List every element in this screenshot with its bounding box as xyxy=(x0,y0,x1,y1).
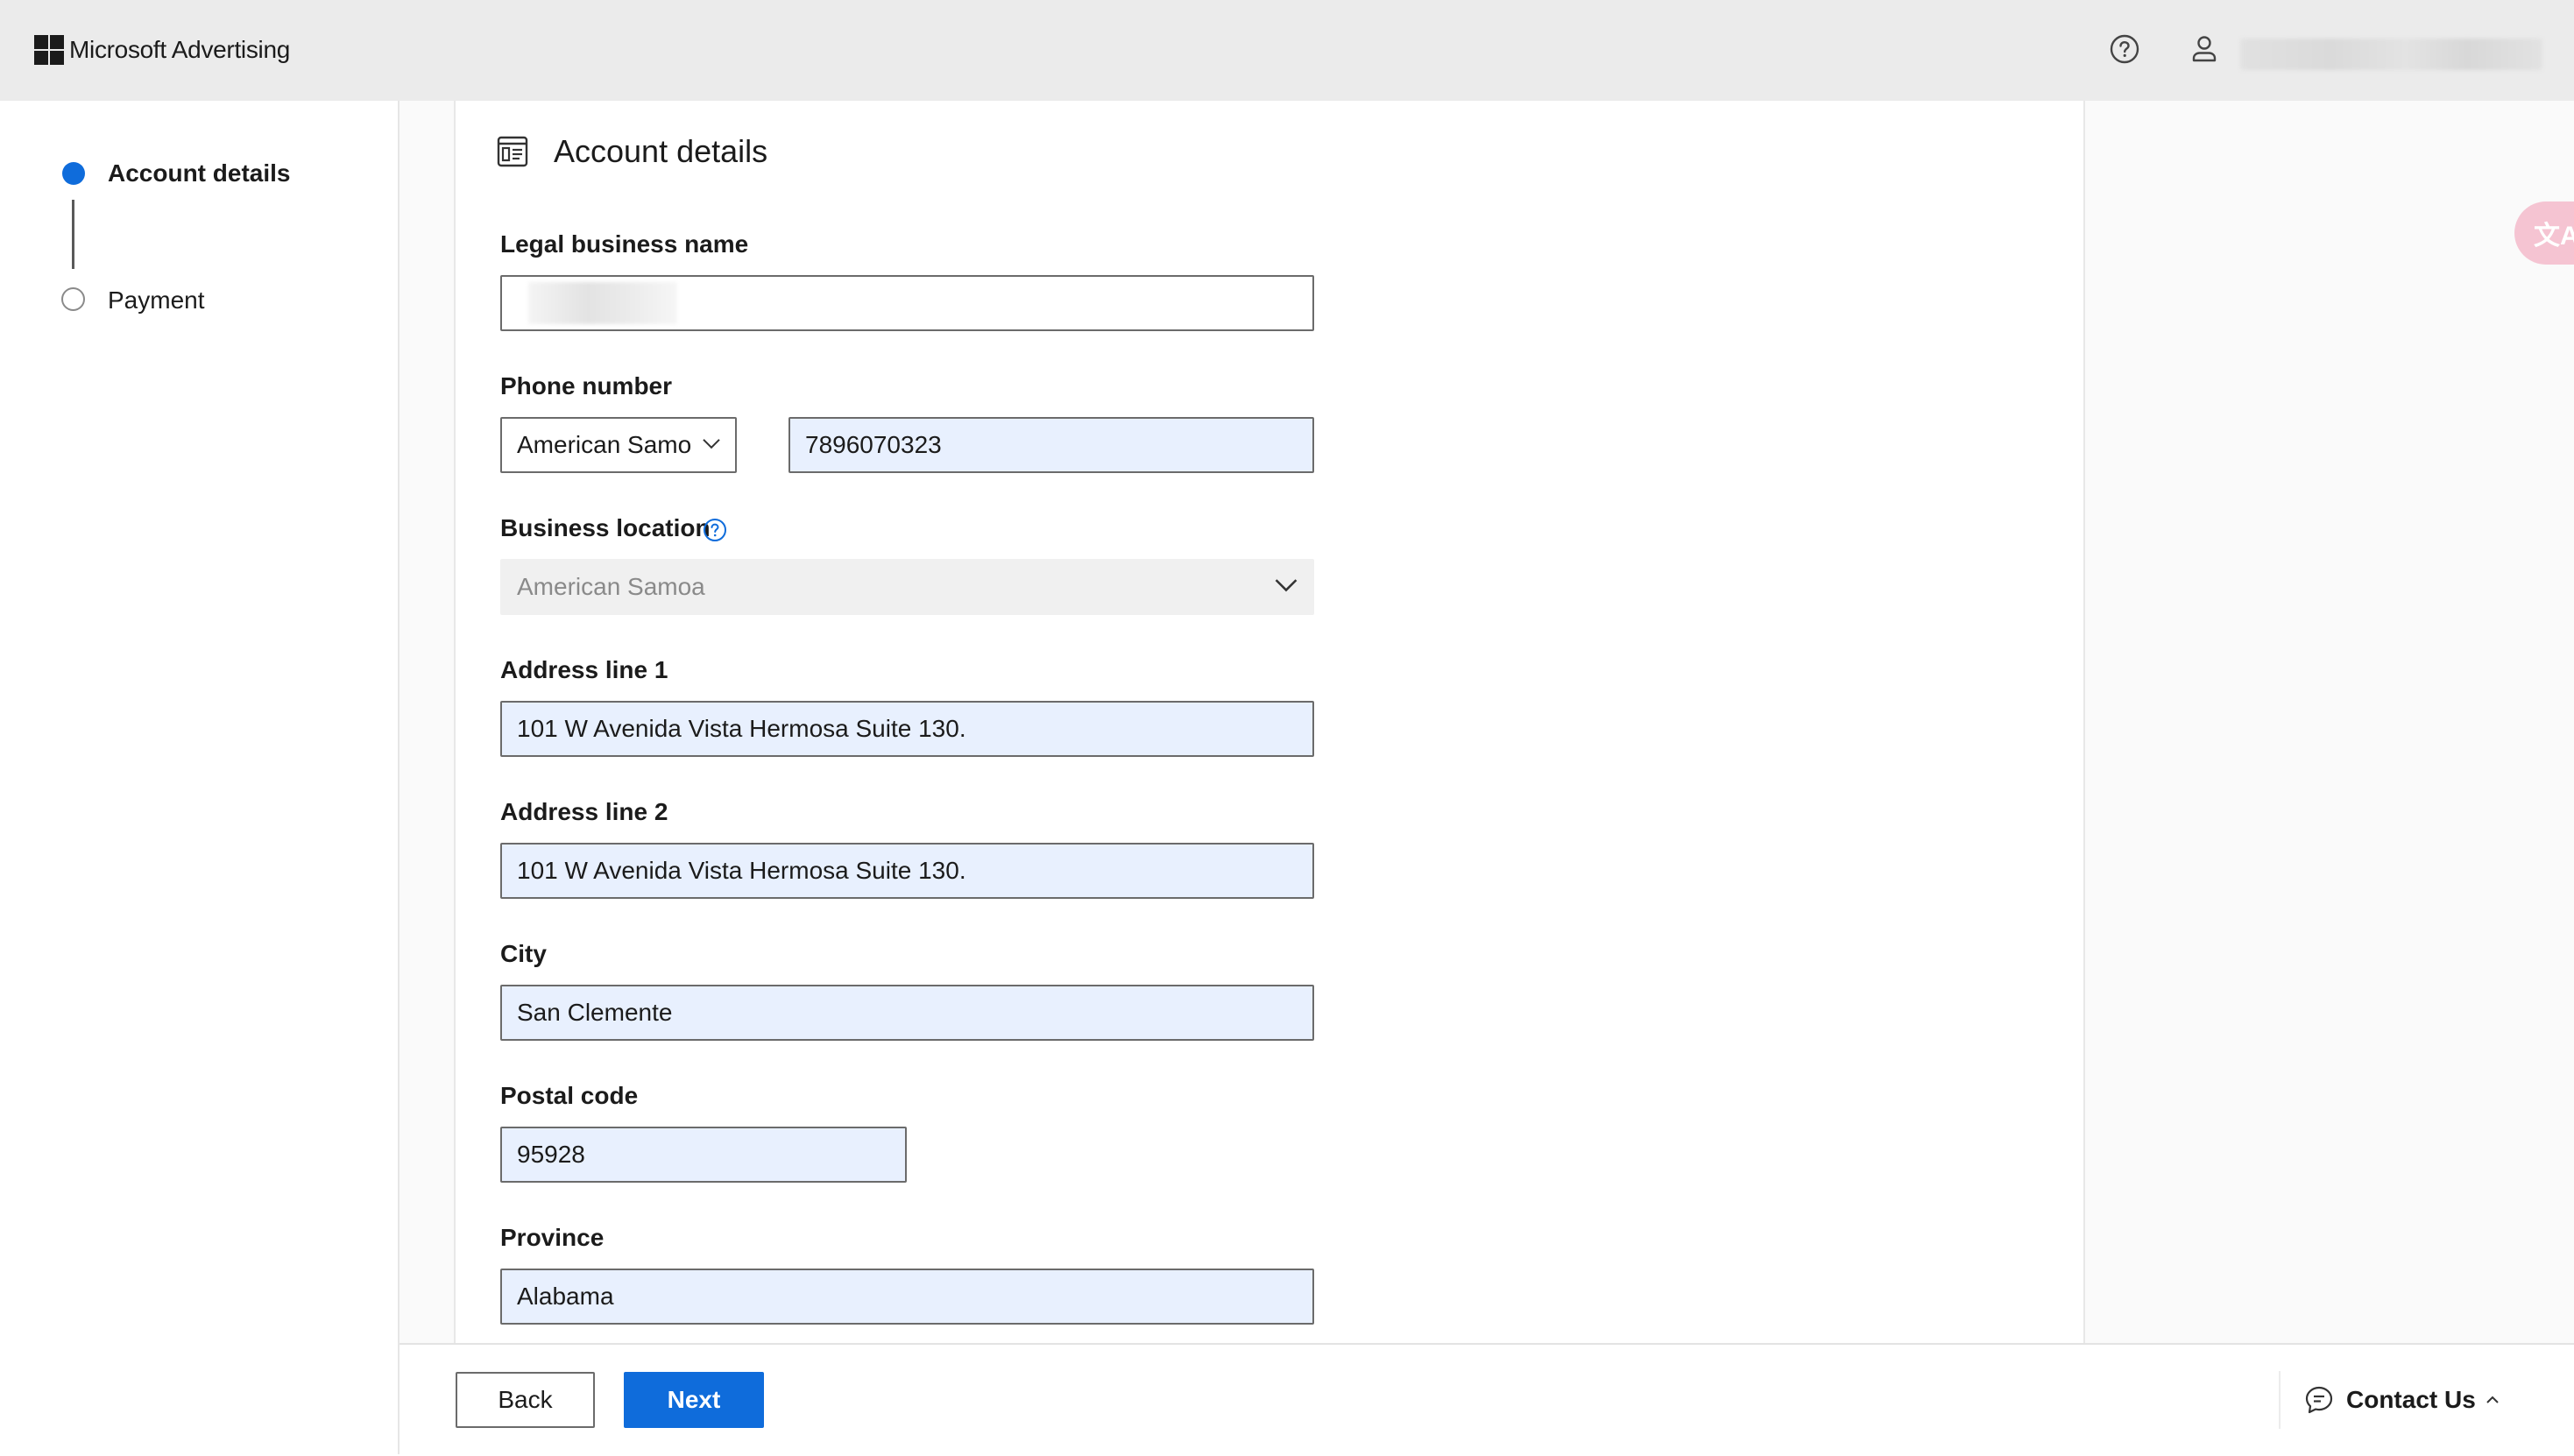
microsoft-logo-icon xyxy=(34,35,64,65)
person-icon[interactable] xyxy=(2187,32,2222,67)
chevron-up-icon xyxy=(2486,1396,2499,1403)
address-line-1-input[interactable]: 101 W Avenida Vista Hermosa Suite 130. xyxy=(500,701,1314,757)
step-payment[interactable]: Payment xyxy=(108,286,205,315)
contact-us-button[interactable]: Contact Us xyxy=(2304,1384,2500,1416)
business-location-select[interactable]: American Samoa xyxy=(500,559,1314,615)
legal-business-name-input[interactable] xyxy=(500,275,1314,331)
chevron-down-icon xyxy=(703,439,720,449)
brand[interactable]: Microsoft Advertising xyxy=(34,35,290,65)
top-bar: Microsoft Advertising xyxy=(0,0,2574,101)
translate-icon[interactable]: 文A xyxy=(2514,201,2574,265)
chevron-down-icon xyxy=(1275,579,1298,592)
help-circle-icon[interactable] xyxy=(2107,32,2142,67)
step-pending-indicator xyxy=(61,287,85,311)
redacted-value xyxy=(528,282,677,324)
business-location-label: Business location xyxy=(500,514,711,541)
address-line-1-label: Address line 1 xyxy=(500,656,668,683)
divider xyxy=(2279,1371,2281,1429)
phone-country-select[interactable]: American Samo xyxy=(500,417,737,473)
phone-number-label: Phone number xyxy=(500,372,673,399)
next-button[interactable]: Next xyxy=(624,1372,764,1428)
city-label: City xyxy=(500,940,547,967)
back-button[interactable]: Back xyxy=(456,1372,595,1428)
brand-name: Microsoft Advertising xyxy=(69,36,291,63)
postal-code-input[interactable]: 95928 xyxy=(500,1127,907,1183)
step-active-indicator xyxy=(62,162,85,185)
contact-us-label: Contact Us xyxy=(2346,1386,2476,1413)
chat-bubble-icon xyxy=(2305,1386,2333,1414)
step-connector xyxy=(72,200,74,269)
postal-code-label: Postal code xyxy=(500,1082,639,1109)
phone-number-input[interactable]: 7896070323 xyxy=(788,417,1314,473)
address-line-2-input[interactable]: 101 W Avenida Vista Hermosa Suite 130. xyxy=(500,843,1314,899)
city-input[interactable]: San Clemente xyxy=(500,985,1314,1041)
legal-business-name-label: Legal business name xyxy=(500,230,749,258)
step-account-details[interactable]: Account details xyxy=(108,159,290,187)
province-label: Province xyxy=(500,1224,605,1251)
form-icon xyxy=(497,136,528,167)
page-title: Account details xyxy=(554,133,768,169)
user-account-name[interactable] xyxy=(2240,39,2542,70)
info-help-icon[interactable] xyxy=(703,518,727,542)
address-line-2-label: Address line 2 xyxy=(500,798,668,825)
province-input[interactable]: Alabama xyxy=(500,1269,1314,1325)
